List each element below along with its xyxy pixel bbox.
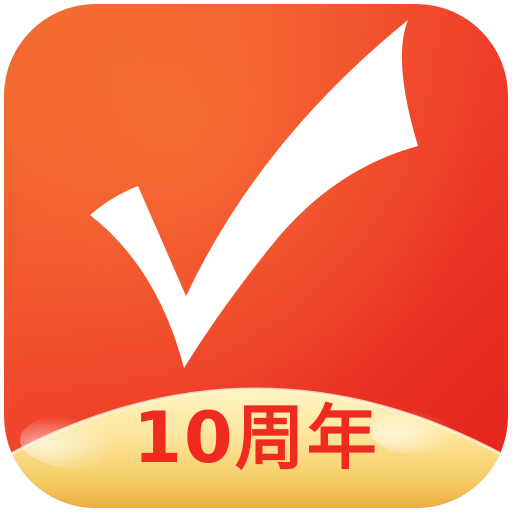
anniversary-label: 10周年 <box>133 397 379 479</box>
app-icon-canvas: 10周年 <box>0 0 512 512</box>
